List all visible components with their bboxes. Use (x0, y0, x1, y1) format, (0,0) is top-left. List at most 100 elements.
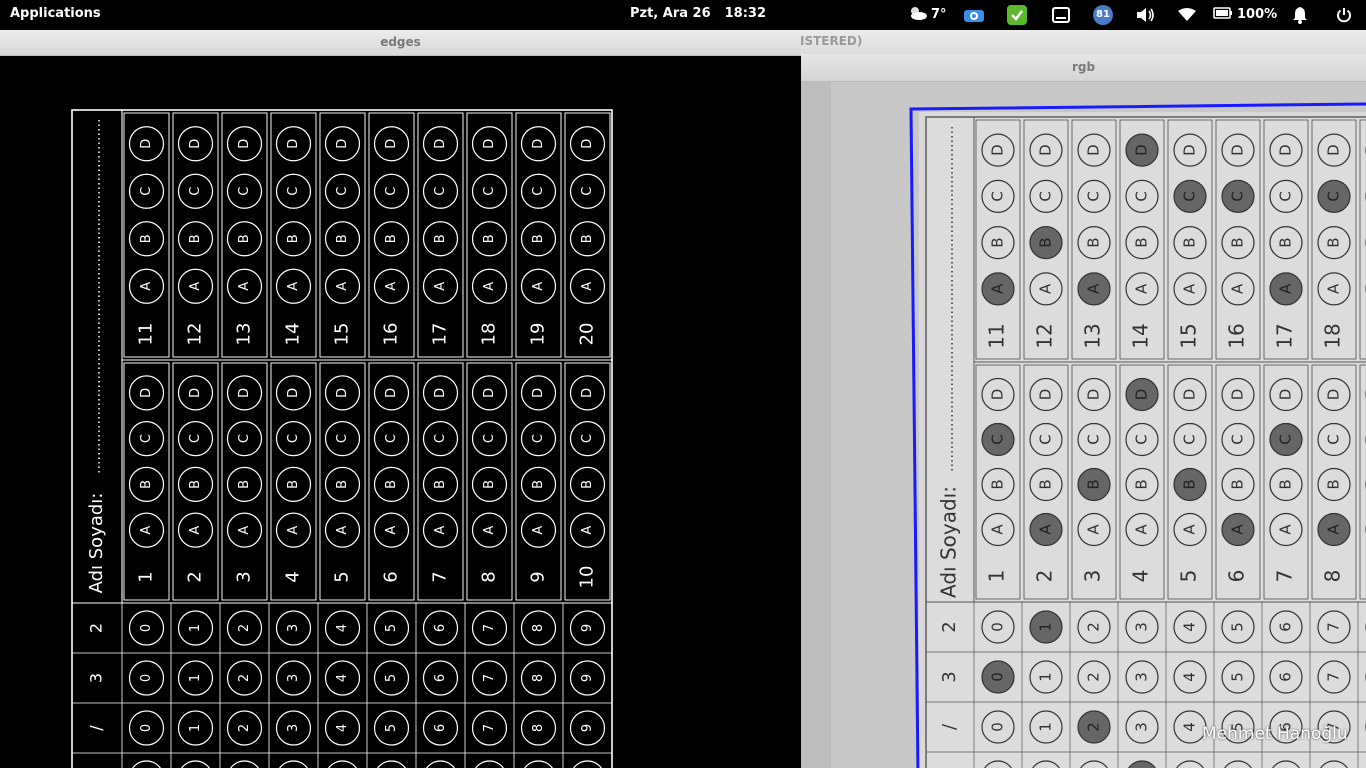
bubble-letter: B (1181, 237, 1199, 247)
wifi-icon[interactable] (1176, 4, 1198, 25)
bubble-letter: B (1037, 237, 1055, 247)
bubble-letter: A (1085, 283, 1103, 294)
bubble-letter: C (237, 434, 252, 443)
window-icon[interactable] (1050, 4, 1072, 25)
bubble-letter: A (1133, 283, 1151, 294)
student-number-label: / (87, 725, 106, 731)
bubble-letter: B (482, 480, 497, 489)
bubble-letter: D (335, 388, 350, 398)
bubble-letter: D (989, 144, 1007, 156)
bubble-letter: A (1229, 524, 1247, 535)
digit-label: 0 (989, 722, 1007, 732)
question-number: 1 (985, 570, 1009, 583)
volume-icon[interactable] (1135, 4, 1157, 25)
clock[interactable]: Pzt, Ara 26 18:32 (630, 6, 780, 21)
question-number: 7 (430, 571, 451, 582)
question-number: 8 (479, 571, 500, 582)
bubble-letter: A (1037, 524, 1055, 535)
bubble-letter: B (1181, 479, 1199, 489)
question-number: 8 (1321, 570, 1345, 583)
question-number: 14 (1129, 323, 1153, 348)
bubble-letter: B (237, 480, 252, 489)
background-window-titlebar[interactable]: ISTERED) (800, 30, 1366, 54)
bubble-letter: A (531, 526, 546, 535)
bubble-letter: A (1085, 524, 1103, 535)
digit-label: 1 (188, 724, 203, 732)
digit-label: 3 (1133, 722, 1151, 732)
edges-window[interactable]: edges Adı Soyadı: D C B A 11 D C B A 12 D C B A 13 D C B A 1… (0, 30, 801, 768)
bubble-letter: C (1181, 191, 1199, 201)
name-label: Adı Soyadı: (86, 493, 107, 594)
bubble-letter: A (1229, 283, 1247, 294)
question-number: 15 (332, 323, 353, 346)
bubble-letter: D (139, 139, 154, 149)
bell-icon[interactable] (1290, 4, 1310, 25)
bubble-letter: B (580, 234, 595, 243)
applications-menu[interactable]: Applications (10, 6, 101, 21)
bubble-letter: A (139, 282, 154, 291)
digit-label: 9 (580, 624, 595, 632)
digit-label: 5 (1229, 672, 1247, 682)
battery-indicator[interactable]: 100% (1213, 4, 1277, 25)
digit-bubble (573, 760, 602, 768)
bubble-letter: D (1277, 144, 1295, 156)
question-number: 2 (1033, 570, 1057, 583)
bubble-letter: B (1277, 479, 1295, 489)
bubble-letter: A (335, 282, 350, 291)
bubble-letter: A (384, 526, 399, 535)
bubble-letter: A (482, 282, 497, 291)
bubble-letter: C (433, 187, 448, 196)
digit-label: 5 (384, 724, 399, 732)
time-label: 18:32 (724, 6, 767, 21)
edges-image-view: Adı Soyadı: D C B A 11 D C B A 12 D C B A 13 D C B A 14 D C B A 1… (0, 56, 801, 768)
bubble-letter: A (237, 526, 252, 535)
bubble-letter: B (384, 480, 399, 489)
bubble-letter: C (139, 187, 154, 196)
bubble-letter: C (989, 434, 1007, 444)
digit-bubble (230, 760, 259, 768)
rgb-window-title[interactable]: rgb (801, 54, 1366, 82)
digit-label: 0 (989, 622, 1007, 632)
check-icon[interactable] (1006, 4, 1028, 25)
digit-label: 4 (335, 674, 350, 682)
question-number: 13 (234, 323, 255, 346)
digit-bubble (132, 760, 161, 768)
bubble-letter: A (989, 524, 1007, 535)
question-number: 5 (1177, 570, 1201, 583)
digit-label: 4 (1181, 722, 1199, 732)
digit-label: 7 (1325, 622, 1343, 632)
edges-window-title[interactable]: edges (0, 30, 801, 56)
bubble-letter: D (989, 389, 1007, 401)
digit-bubble (328, 760, 357, 768)
question-number: 18 (479, 323, 500, 346)
bubble-letter: D (482, 388, 497, 398)
camera-icon[interactable] (962, 4, 986, 25)
rgb-window[interactable]: rgb Adı Soyadı: D C B A 11 D C B A 12 D C B A 13 D C B A 14 D… (801, 54, 1366, 768)
bubble-letter: D (531, 139, 546, 149)
digit-label: 1 (188, 674, 203, 682)
bubble-letter: B (335, 480, 350, 489)
question-number: 18 (1321, 323, 1345, 348)
notification-badge[interactable]: 81 (1092, 4, 1114, 25)
bubble-letter: C (1229, 434, 1247, 444)
bubble-letter: D (1133, 144, 1151, 156)
bubble-letter: D (188, 388, 203, 398)
battery-percent: 100% (1237, 7, 1278, 22)
bubble-letter: D (1325, 144, 1343, 156)
digit-label: 3 (286, 674, 301, 682)
bubble-letter: B (1229, 237, 1247, 247)
bubble-letter: C (188, 434, 203, 443)
bubble-letter: D (1085, 389, 1103, 401)
bubble-letter: B (433, 480, 448, 489)
question-number: 3 (1081, 570, 1105, 583)
bubble-letter: B (1085, 237, 1103, 247)
question-number: 9 (528, 571, 549, 582)
bubble-letter: A (580, 526, 595, 535)
digit-label: 7 (482, 624, 497, 632)
bubble-letter: A (237, 282, 252, 291)
power-icon[interactable] (1334, 4, 1354, 25)
student-number-label: 2 (87, 623, 106, 633)
bubble-letter: C (1085, 191, 1103, 201)
weather-indicator[interactable]: 7° (907, 4, 947, 25)
bubble-letter: B (989, 237, 1007, 247)
